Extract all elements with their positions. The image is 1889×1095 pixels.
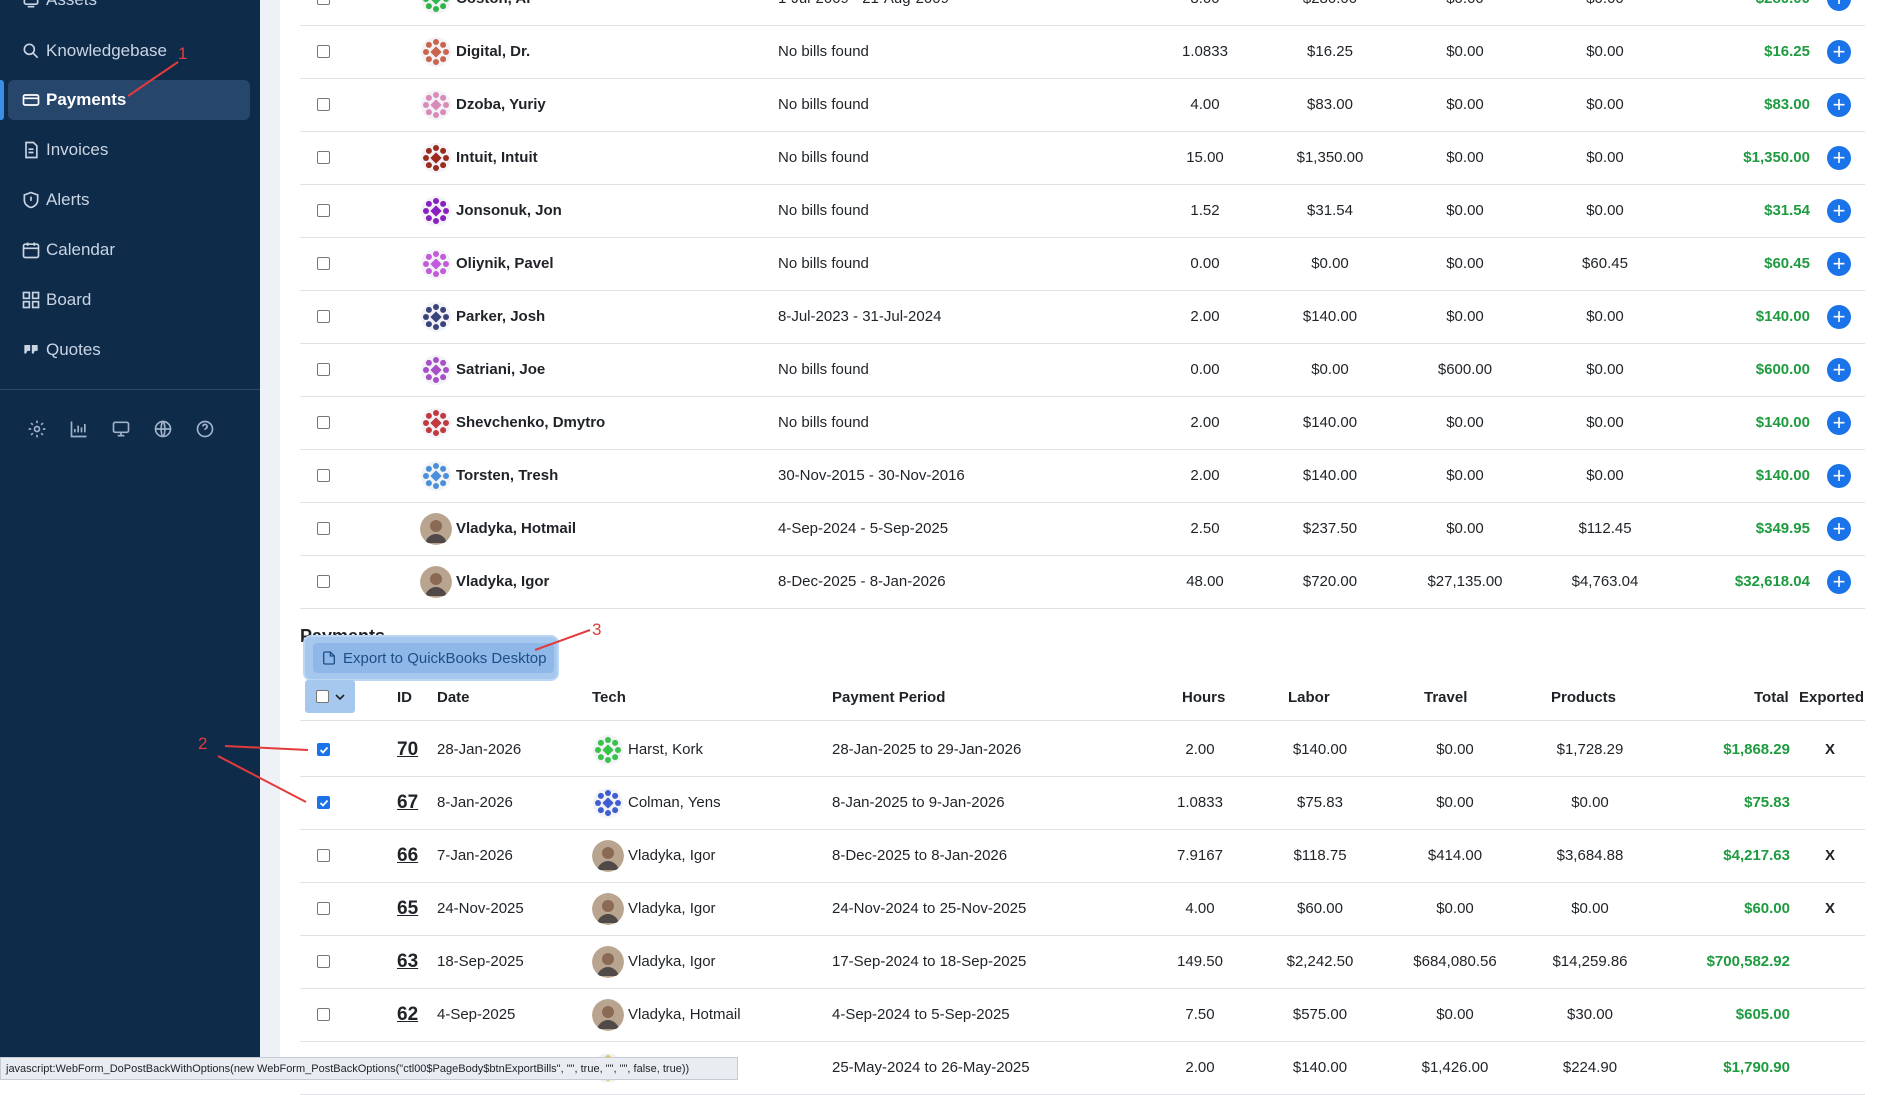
annotation-2: 2: [198, 734, 208, 753]
status-bar-url: javascript:WebForm_DoPostBackWithOptions…: [0, 1057, 738, 1080]
annotation-overlay: [127, 61, 591, 803]
annotation-1: 1: [178, 44, 188, 63]
annotation-3: 3: [592, 620, 602, 639]
